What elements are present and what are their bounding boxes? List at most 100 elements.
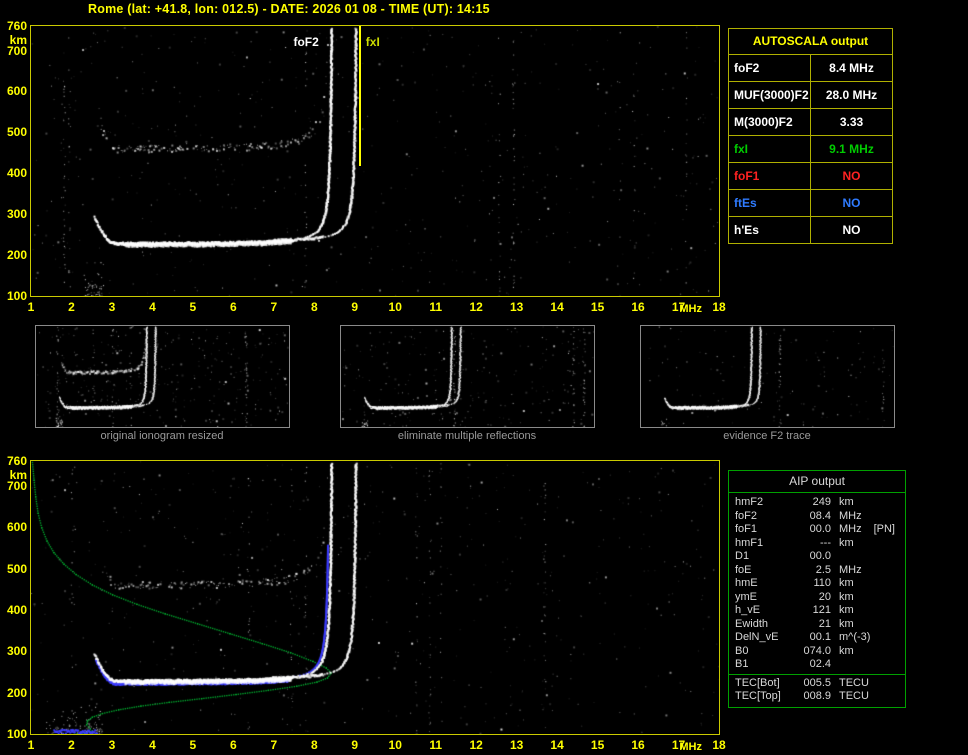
y-axis-tick: 760 — [6, 454, 27, 468]
x-axis-tick: 10 — [388, 300, 402, 314]
aip-unit: km — [839, 577, 854, 589]
y-axis-tick: 200 — [6, 685, 27, 700]
aip-value: 21 — [818, 617, 831, 630]
x-axis-tick: 10 — [388, 738, 402, 752]
aip-row-yme: ymE 20 km — [729, 591, 905, 605]
aip-value: 00.0 — [809, 523, 831, 535]
autoscala-row-label: h'Es — [729, 217, 811, 243]
aip-row-hmf1: hmF1 --- km — [729, 537, 905, 551]
aip-extra — [873, 658, 905, 672]
thumbnail-caption-evidence-f2-trace: evidence F2 trace — [723, 430, 811, 442]
aip-label: TEC[Top] — [735, 690, 781, 702]
x-axis-tick: 4 — [149, 300, 156, 314]
autoscala-screen: Rome (lat: +41.8, lon: 012.5) - DATE: 20… — [0, 0, 968, 755]
x-axis-tick: 9 — [351, 738, 359, 752]
x-axis-tick: 11 — [429, 300, 443, 314]
aip-value: 249 — [812, 496, 831, 508]
aip-value: 110 — [813, 577, 831, 589]
thumbnail-evidence-f2-trace — [640, 325, 895, 428]
aip-extra — [873, 645, 905, 659]
aip-label: hmF2 — [735, 496, 764, 508]
thumbnail-original-ionogram — [35, 325, 290, 428]
aip-unit: TECU — [839, 676, 869, 689]
aip-row-tec-bot: TEC[Bot] 005.5 TECU — [729, 677, 905, 691]
aip-label: ymE — [735, 590, 757, 603]
autoscala-row-fxi: fxI 9.1 MHz — [729, 136, 892, 163]
aip-row-tec-top: TEC[Top] 008.9 TECU — [729, 690, 905, 704]
autoscala-row-value: NO — [842, 223, 861, 237]
autoscala-row-ftes: ftEs NO — [729, 190, 892, 217]
aip-extra — [873, 604, 905, 618]
autoscala-output-rows: foF2 8.4 MHz MUF(3000)F2 28.0 MHz M(3000)F2 3… — [729, 55, 892, 243]
x-axis-tick: 14 — [550, 300, 564, 314]
autoscala-row-value: NO — [842, 196, 861, 210]
autoscala-row-label: foF2 — [729, 55, 811, 81]
aip-extra — [873, 564, 905, 578]
aip-unit: MHz — [839, 523, 862, 535]
aip-extra — [873, 496, 905, 510]
ionogram-plot-top: foF2 fxI — [30, 25, 720, 297]
aip-unit: MHz — [839, 509, 862, 522]
aip-label: hmE — [735, 577, 758, 589]
y-axis-tick: 300 — [6, 644, 27, 659]
fxI-label: fxI — [365, 35, 380, 49]
aip-row-b0: B0 074.0 km — [729, 645, 905, 659]
autoscala-row-muf-3000-f2: MUF(3000)F2 28.0 MHz — [729, 82, 892, 109]
aip-value: 008.9 — [803, 690, 831, 702]
aip-extra — [873, 577, 905, 591]
thumbnail-canvas-eliminate-multiples — [341, 326, 594, 427]
autoscala-row-label: fxI — [729, 136, 811, 162]
autoscala-row-label: M(3000)F2 — [729, 109, 811, 135]
fxI-marker-line — [359, 26, 361, 166]
aip-extra: [PN] — [873, 523, 895, 535]
x-axis-tick: 7 — [270, 300, 278, 314]
aip-value: 00.1 — [809, 631, 831, 643]
aip-value: 20 — [818, 590, 831, 603]
x-axis-tick: 15 — [590, 738, 605, 752]
x-axis-tick: 8 — [310, 738, 318, 752]
aip-extra — [873, 550, 905, 564]
aip-label: DelN_vE — [735, 631, 779, 643]
y-axis-tick: 400 — [6, 602, 27, 617]
autoscala-row-label: MUF(3000)F2 — [729, 82, 811, 108]
aip-extra — [873, 537, 905, 551]
aip-row-fof2: foF2 08.4 MHz — [729, 510, 905, 524]
aip-value: 08.4 — [809, 509, 831, 522]
aip-value: --- — [820, 536, 831, 549]
aip-label: TEC[Bot] — [735, 676, 780, 689]
thumbnail-canvas-evidence-f2-trace — [641, 326, 894, 427]
aip-tec-rows: TEC[Bot] 005.5 TECU TEC[Top] 008.9 TECU — [729, 673, 905, 707]
autoscala-row-label: ftEs — [729, 190, 811, 216]
aip-extra — [873, 591, 905, 605]
thumbnail-caption-original: original ionogram resized — [100, 430, 224, 442]
y-axis-tick: 600 — [6, 520, 27, 535]
aip-output-table: AIP output hmF2 249 km foF2 08.4 MHz foF1 00.0 M… — [728, 470, 906, 708]
aip-row-hme: hmE 110 km — [729, 577, 905, 591]
thumbnail-eliminate-multiples — [340, 325, 595, 428]
aip-label: B1 — [735, 658, 749, 670]
aip-row-foe: foE 2.5 MHz — [729, 564, 905, 578]
x-axis-tick: 3 — [108, 300, 116, 314]
aip-row-fof1: foF1 00.0 MHz [PN] — [729, 523, 905, 537]
x-axis-tick: 1 — [27, 300, 35, 314]
x-axis-tick: 1 — [27, 738, 35, 752]
aip-row-h-ve: h_vE 121 km — [729, 604, 905, 618]
aip-extra — [873, 690, 905, 704]
aip-unit: TECU — [839, 690, 869, 702]
foF2-label: foF2 — [293, 35, 319, 49]
x-axis-tick: 18 — [712, 300, 726, 314]
aip-unit: km — [839, 604, 854, 616]
aip-label: B0 — [735, 644, 749, 657]
aip-unit — [831, 658, 873, 672]
x-axis-tick: 12 — [469, 300, 483, 314]
aip-unit: km — [839, 644, 854, 657]
x-axis-tick: 5 — [189, 738, 197, 752]
x-axis-tick: 5 — [189, 300, 197, 314]
aip-label: foF1 — [735, 523, 758, 535]
aip-label: foE — [735, 563, 752, 576]
ionogram-canvas-top — [31, 26, 719, 296]
autoscala-row-fof2: foF2 8.4 MHz — [729, 55, 892, 82]
x-axis-tick: 9 — [351, 300, 359, 314]
x-axis-unit-label: MHz — [679, 741, 702, 753]
aip-unit: km — [839, 496, 854, 508]
